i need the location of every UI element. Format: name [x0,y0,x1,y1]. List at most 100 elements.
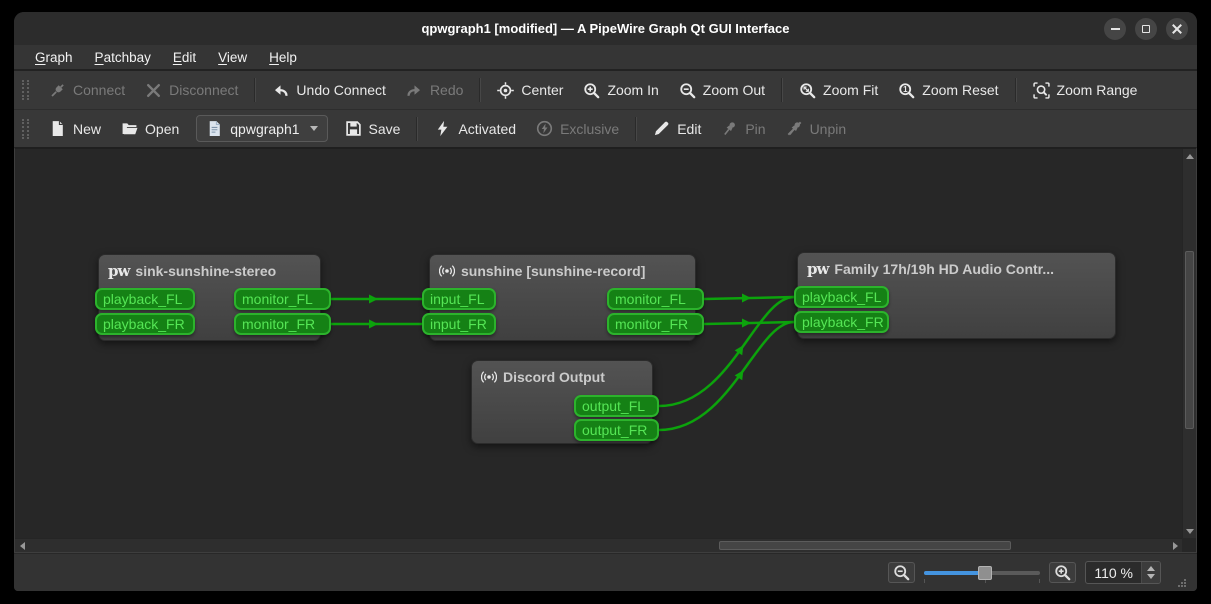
center-label: Center [521,82,563,98]
spin-down-icon [1147,574,1155,579]
undo-connect-button[interactable]: Undo Connect [262,76,396,105]
zoom-spinbox-steppers[interactable] [1141,562,1160,583]
open-label: Open [145,121,179,137]
toolbar-separator [635,117,637,141]
node-title: sunshine [sunshine-record] [461,263,645,279]
scroll-right-arrow[interactable] [1168,539,1182,553]
app-window: qpwgraph1 [modified] — A PipeWire Graph … [14,12,1197,591]
undo-connect-label: Undo Connect [296,82,386,98]
port-sunshine-monitor-fr[interactable]: monitor_FR [607,313,704,335]
zoom-in-label: Zoom In [607,82,658,98]
pipewire-icon: pw [807,262,828,277]
toolbar-drag-handle[interactable] [22,119,29,139]
patchbay-file-icon [206,120,223,137]
connect-label: Connect [73,82,125,98]
patchbay-file-combo[interactable]: qpwgraph1 [196,115,327,142]
statusbar: 110 % [14,553,1197,591]
disconnect-icon [145,82,162,99]
port-label: monitor_FR [615,316,688,332]
triangle-right-icon [1173,542,1178,550]
port-label: monitor_FL [242,291,313,307]
port-sunshine-input-fr[interactable]: input_FR [422,313,496,335]
save-label: Save [369,121,401,137]
center-icon [497,82,514,99]
maximize-button[interactable] [1135,18,1157,40]
pin-icon [721,120,738,137]
audio-node-icon [439,263,455,279]
zoom-range-label: Zoom Range [1057,82,1138,98]
toolbar-drag-handle[interactable] [22,80,29,100]
zoom-reset-button[interactable]: 1 Zoom Reset [888,76,1008,105]
vertical-scrollbar[interactable] [1182,149,1196,538]
vertical-scrollbar-thumb[interactable] [1185,251,1194,429]
zoom-slider-handle[interactable] [978,566,992,580]
scroll-left-arrow[interactable] [15,539,29,553]
port-label: input_FL [430,291,484,307]
maximize-icon [1142,25,1150,33]
port-sink-monitor-fl[interactable]: monitor_FL [234,288,331,310]
port-discord-output-fr[interactable]: output_FR [574,419,659,441]
node-title: sink-sunshine-stereo [135,263,276,279]
port-sink-playback-fr[interactable]: playback_FR [95,313,195,335]
port-family-playback-fl[interactable]: playback_FL [794,286,889,308]
node-header: Discord Output [472,361,652,389]
titlebar[interactable]: qpwgraph1 [modified] — A PipeWire Graph … [14,12,1197,45]
slider-tick [924,579,925,583]
zoom-range-icon [1033,82,1050,99]
graph-canvas[interactable]: pw sink-sunshine-stereo sunshine [sunshi… [14,147,1197,553]
port-label: playback_FR [103,316,185,332]
horizontal-scrollbar[interactable] [15,538,1182,552]
edit-button[interactable]: Edit [643,114,711,143]
open-button[interactable]: Open [111,114,189,143]
menu-edit[interactable]: Edit [164,48,205,67]
toolbar-separator [416,117,418,141]
center-button[interactable]: Center [487,76,573,105]
toolbar-separator [254,78,256,102]
zoom-slider-fill [924,571,984,575]
disconnect-label: Disconnect [169,82,238,98]
new-label: New [73,121,101,137]
menu-graph[interactable]: Graph [26,48,82,67]
undo-icon [272,82,289,99]
node-header: pw Family 17h/19h HD Audio Contr... [798,253,1115,281]
patchbay-toolbar: New Open qpwgraph1 Save Activated Exclus… [14,109,1197,147]
statusbar-zoom-out-button[interactable] [888,562,915,583]
scroll-up-arrow[interactable] [1183,149,1197,163]
port-discord-output-fl[interactable]: output_FL [574,395,659,417]
graph-viewport[interactable]: pw sink-sunshine-stereo sunshine [sunshi… [15,149,1182,538]
zoom-in-button[interactable]: Zoom In [573,76,668,105]
unpin-button: Unpin [776,114,857,143]
menu-patchbay[interactable]: Patchbay [86,48,160,67]
activated-icon [434,120,451,137]
minimize-button[interactable] [1104,18,1126,40]
zoom-range-button[interactable]: Zoom Range [1023,76,1148,105]
port-sink-playback-fl[interactable]: playback_FL [95,288,195,310]
zoom-in-icon [583,82,600,99]
save-button[interactable]: Save [335,114,411,143]
menu-view[interactable]: View [209,48,256,67]
zoom-spinbox[interactable]: 110 % [1085,561,1161,584]
port-sunshine-input-fl[interactable]: input_FL [422,288,496,310]
edit-label: Edit [677,121,701,137]
port-label: input_FR [430,316,487,332]
zoom-slider[interactable] [924,563,1040,583]
new-button[interactable]: New [39,114,111,143]
port-sink-monitor-fr[interactable]: monitor_FR [234,313,331,335]
horizontal-scrollbar-thumb[interactable] [719,541,1011,550]
zoom-in-icon [1054,564,1071,581]
minimize-icon [1111,28,1120,30]
scroll-down-arrow[interactable] [1183,524,1197,538]
window-resize-grip[interactable] [1174,578,1187,591]
window-title: qpwgraph1 [modified] — A PipeWire Graph … [421,21,789,36]
statusbar-zoom-in-button[interactable] [1049,562,1076,583]
menu-help[interactable]: Help [260,48,306,67]
close-button[interactable] [1166,18,1188,40]
activated-button[interactable]: Activated [424,114,526,143]
exclusive-button: Exclusive [526,114,629,143]
zoom-fit-button[interactable]: Zoom Fit [789,76,888,105]
port-family-playback-fr[interactable]: playback_FR [794,311,889,333]
port-sunshine-monitor-fl[interactable]: monitor_FL [607,288,704,310]
graph-toolbar: Connect Disconnect Undo Connect Redo Cen… [14,71,1197,109]
zoom-out-button[interactable]: Zoom Out [669,76,775,105]
open-folder-icon [121,120,138,137]
